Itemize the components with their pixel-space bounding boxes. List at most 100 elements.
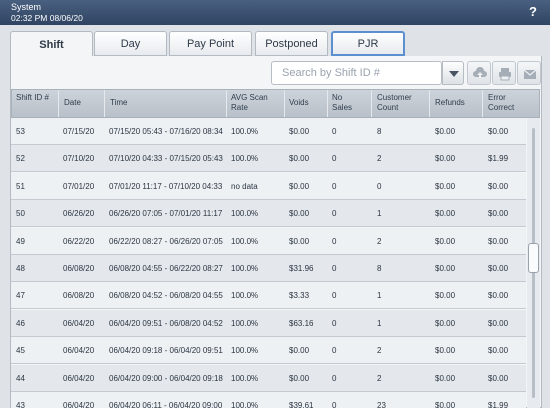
col-shift-id[interactable]: Shift ID #	[16, 93, 52, 103]
table-cell: $0.00	[435, 318, 456, 328]
table-cell: $0.00	[488, 264, 509, 273]
col-customer-count[interactable]: Customer Count	[377, 93, 422, 113]
table-cell: 51	[16, 181, 25, 191]
email-button[interactable]	[517, 61, 541, 85]
table-cell: $0.00	[435, 401, 456, 408]
table-row[interactable]: 44 06/04/20 06/04/20 09:00 - 06/04/20 09:1…	[11, 364, 526, 392]
table-cell: $0.00	[435, 346, 456, 356]
table-cell: 06/08/20 04:55 - 06/22/20 08:27	[109, 264, 223, 273]
table-cell: 07/01/20	[63, 181, 95, 191]
upload-button[interactable]	[467, 61, 491, 85]
table-cell: 100.0%	[231, 236, 259, 246]
table-cell: 0	[332, 401, 337, 408]
table-row[interactable]: 51 07/01/20 07/01/20 11:17 - 07/10/20 04:3…	[11, 172, 526, 200]
shift-table: 53 07/15/20 07/15/20 05:43 - 07/16/20 08:3…	[11, 118, 526, 408]
table-cell: $31.96	[289, 264, 314, 273]
table-cell: 100.0%	[231, 346, 259, 356]
table-row[interactable]: 52 07/10/20 07/10/20 04:33 - 07/15/20 05:4…	[11, 145, 526, 173]
table-cell: 06/22/20 08:27 - 06/26/20 07:05	[109, 236, 223, 246]
table-cell: 0	[332, 209, 337, 219]
table-cell: no data	[231, 181, 258, 191]
table-cell: 0	[332, 346, 337, 356]
table-cell: $0.00	[435, 209, 456, 219]
table-cell: 100.0%	[231, 318, 259, 328]
table-cell: 06/26/20 07:05 - 07/01/20 11:17	[109, 209, 223, 219]
table-cell: $0.00	[435, 127, 456, 136]
scroll-thumb[interactable]	[528, 243, 539, 273]
table-cell: 07/15/20 05:43 - 07/16/20 08:34	[109, 127, 223, 136]
table-cell: $0.00	[289, 154, 310, 164]
table-cell: 07/10/20	[63, 154, 95, 164]
tab-shift[interactable]: Shift	[10, 31, 93, 58]
app-title: System	[11, 2, 42, 12]
table-cell: $0.00	[488, 291, 509, 301]
search-dropdown-button[interactable]	[442, 61, 464, 85]
table-cell: 06/04/20 06:11 - 06/04/20 09:00	[109, 401, 223, 408]
table-cell: $39.61	[289, 401, 314, 408]
table-cell: 50	[16, 209, 25, 219]
table-cell: $0.00	[488, 236, 509, 246]
table-cell: $0.00	[289, 373, 310, 383]
table-cell: $0.00	[488, 373, 509, 383]
table-cell: 06/04/20	[63, 318, 95, 328]
table-cell: $0.00	[289, 127, 310, 136]
table-cell: 53	[16, 127, 25, 136]
table-cell: 8	[377, 264, 382, 273]
tab-pjr[interactable]: PJR	[331, 31, 405, 56]
table-cell: 2	[377, 154, 382, 164]
table-row[interactable]: 48 06/08/20 06/08/20 04:55 - 06/22/20 08:2…	[11, 255, 526, 282]
table-row[interactable]: 46 06/04/20 06/04/20 09:51 - 06/08/20 04:5…	[11, 309, 526, 337]
col-scan-rate[interactable]: AVG Scan Rate	[231, 93, 281, 113]
table-row[interactable]: 43 06/04/20 06/04/20 06:11 - 06/04/20 09:0…	[11, 392, 526, 408]
col-time[interactable]: Time	[110, 98, 127, 108]
table-cell: $0.00	[488, 127, 509, 136]
col-refunds[interactable]: Refunds	[435, 98, 465, 108]
table-cell: 06/04/20	[63, 401, 95, 408]
table-cell: 07/01/20 11:17 - 07/10/20 04:33	[109, 181, 223, 191]
table-cell: $0.00	[435, 264, 456, 273]
table-row[interactable]: 47 06/08/20 06/08/20 04:52 - 06/08/20 04:5…	[11, 282, 526, 310]
table-cell: 0	[332, 264, 337, 273]
tab-pay-point[interactable]: Pay Point	[169, 31, 252, 56]
print-button[interactable]	[492, 61, 516, 85]
table-cell: $0.00	[435, 181, 456, 191]
table-cell: 07/10/20 04:33 - 07/15/20 05:43	[109, 154, 223, 164]
tab-postponed[interactable]: Postponed	[255, 31, 328, 56]
col-voids[interactable]: Voids	[289, 98, 309, 108]
table-cell: 100.0%	[231, 291, 259, 301]
table-cell: 100.0%	[231, 264, 259, 273]
table-cell: $0.00	[289, 209, 310, 219]
table-cell: 44	[16, 373, 25, 383]
table-cell: 0	[332, 181, 337, 191]
search-input[interactable]: Search by Shift ID #	[271, 61, 442, 85]
table-cell: 23	[377, 401, 386, 408]
scrollbar[interactable]	[527, 118, 540, 408]
table-cell: 0	[332, 127, 337, 136]
table-cell: 1	[377, 318, 382, 328]
title-bar: System 02:32 PM 08/06/20 ?	[0, 0, 550, 25]
col-error-correct[interactable]: Error Correct	[488, 93, 524, 113]
table-cell: 07/15/20	[63, 127, 95, 136]
help-icon[interactable]: ?	[529, 4, 537, 19]
tab-day[interactable]: Day	[94, 31, 167, 56]
table-row[interactable]: 53 07/15/20 07/15/20 05:43 - 07/16/20 08:3…	[11, 118, 526, 145]
table-cell: 06/04/20 09:18 - 06/04/20 09:51	[109, 346, 223, 356]
table-cell: $0.00	[435, 291, 456, 301]
table-cell: 100.0%	[231, 209, 259, 219]
table-cell: 46	[16, 318, 25, 328]
table-cell: 49	[16, 236, 25, 246]
table-cell: 0	[332, 318, 337, 328]
table-cell: 1	[377, 209, 382, 219]
table-row[interactable]: 49 06/22/20 06/22/20 08:27 - 06/26/20 07:0…	[11, 227, 526, 255]
table-cell: 100.0%	[231, 373, 259, 383]
table-cell: $0.00	[488, 346, 509, 356]
table-cell: $0.00	[289, 181, 310, 191]
table-cell: 0	[377, 181, 382, 191]
table-cell: 06/08/20	[63, 291, 95, 301]
col-date[interactable]: Date	[64, 98, 81, 108]
table-cell: 2	[377, 346, 382, 356]
table-row[interactable]: 50 06/26/20 06/26/20 07:05 - 07/01/20 11:1…	[11, 200, 526, 228]
table-cell: 100.0%	[231, 401, 259, 408]
table-row[interactable]: 45 06/04/20 06/04/20 09:18 - 06/04/20 09:5…	[11, 337, 526, 365]
col-no-sales[interactable]: No Sales	[332, 93, 362, 113]
